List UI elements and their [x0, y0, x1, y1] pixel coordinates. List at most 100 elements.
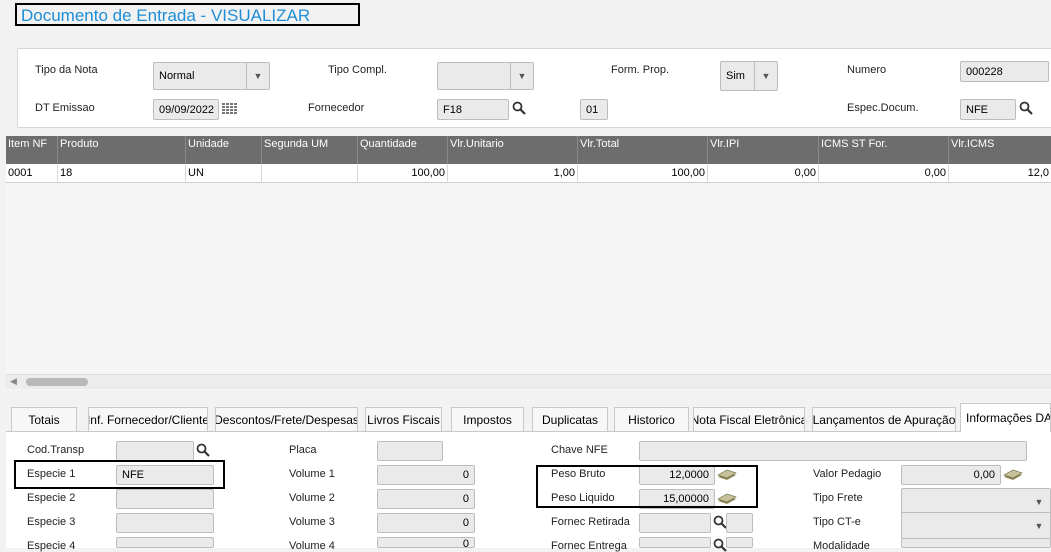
- dt-emissao-label: DT Emissao: [35, 102, 95, 114]
- chevron-down-icon[interactable]: ▼: [754, 62, 777, 90]
- table-cell: 0,00: [819, 164, 949, 182]
- tipo-compl-label: Tipo Compl.: [328, 64, 387, 76]
- chevron-down-icon[interactable]: ▼: [510, 63, 533, 89]
- tab-nota-fiscal-eletronica[interactable]: Nota Fiscal Eletrônica: [693, 407, 805, 431]
- header-panel: Tipo da Nota Normal ▼ Tipo Compl. ▼ Form…: [17, 48, 1051, 128]
- numero-label: Numero: [847, 64, 887, 76]
- tipo-nota-select[interactable]: Normal ▼: [153, 62, 270, 90]
- table-cell: 0001: [6, 164, 58, 182]
- tipo-frete-label: Tipo Frete: [813, 492, 863, 504]
- column-header[interactable]: Vlr.Total: [578, 136, 708, 164]
- column-header[interactable]: Vlr.IPI: [708, 136, 819, 164]
- tab-informacoes-danfe[interactable]: Informações DAN: [960, 403, 1051, 432]
- fornec-entrega-field[interactable]: [639, 537, 711, 548]
- fornecedor-field[interactable]: F18: [437, 99, 509, 120]
- tipo-cte-select[interactable]: ▼: [901, 512, 1051, 539]
- table-cell: 18: [58, 164, 186, 182]
- cod-transp-label: Cod.Transp: [27, 444, 85, 456]
- column-header[interactable]: Vlr.ICMS: [949, 136, 1051, 164]
- placa-field[interactable]: [377, 441, 443, 461]
- horizontal-scrollbar[interactable]: ◀: [6, 374, 1051, 389]
- tipo-frete-select[interactable]: ▼: [901, 488, 1051, 515]
- placa-label: Placa: [289, 444, 317, 456]
- fornec-entrega-loja-field[interactable]: [726, 537, 753, 548]
- fornec-entrega-label: Fornec Entrega: [551, 540, 627, 552]
- table-cell: 0,00: [708, 164, 819, 182]
- volume3-label: Volume 3: [289, 516, 335, 528]
- grid-header: Item NF Produto Unidade Segunda UM Quant…: [6, 136, 1051, 164]
- tab-duplicatas[interactable]: Duplicatas: [532, 407, 608, 431]
- espec-documento-field[interactable]: NFE: [960, 99, 1016, 120]
- tab-bar: Totais Inf. Fornecedor/Cliente Descontos…: [6, 403, 1051, 432]
- tab-historico[interactable]: Historico: [614, 407, 689, 431]
- table-cell: 100,00: [358, 164, 448, 182]
- especie1-highlight-box: [14, 460, 225, 489]
- tipo-nota-value: Normal: [159, 70, 195, 82]
- search-icon[interactable]: [1019, 101, 1033, 115]
- loja-field[interactable]: 01: [580, 99, 608, 120]
- search-icon[interactable]: [713, 538, 727, 552]
- calculator-icon[interactable]: [1003, 469, 1023, 481]
- tab-descontos[interactable]: Descontos/Frete/Despesas: [215, 407, 358, 431]
- column-header[interactable]: Segunda UM: [262, 136, 358, 164]
- valor-pedagio-field[interactable]: 0,00: [901, 465, 1001, 485]
- table-cell: 1,00: [448, 164, 578, 182]
- form-prop-select[interactable]: Sim ▼: [720, 61, 778, 91]
- volume4-label: Volume 4: [289, 540, 335, 552]
- tipo-cte-label: Tipo CT-e: [813, 516, 861, 528]
- chave-nfe-label: Chave NFE: [551, 444, 608, 456]
- especie4-field[interactable]: [116, 537, 214, 548]
- scrollbar-thumb[interactable]: [26, 378, 88, 386]
- calendar-icon[interactable]: [222, 103, 238, 115]
- tipo-compl-select[interactable]: ▼: [437, 62, 534, 90]
- search-icon[interactable]: [512, 101, 526, 115]
- table-cell: 100,00: [578, 164, 708, 182]
- scroll-left-icon[interactable]: ◀: [10, 376, 17, 387]
- tab-lancamentos-apuracao[interactable]: Lançamentos de Apuração: [812, 407, 956, 431]
- items-grid: Item NF Produto Unidade Segunda UM Quant…: [6, 136, 1051, 390]
- fornec-retirada-loja-field[interactable]: [726, 513, 753, 533]
- valor-pedagio-label: Valor Pedagio: [813, 468, 882, 480]
- especie2-field[interactable]: [116, 489, 214, 509]
- form-prop-label: Form. Prop.: [611, 64, 670, 76]
- column-header[interactable]: Item NF: [6, 136, 58, 164]
- column-header[interactable]: Vlr.Unitario: [448, 136, 578, 164]
- fornec-retirada-label: Fornec Retirada: [551, 516, 630, 528]
- column-header[interactable]: Unidade: [186, 136, 262, 164]
- fornecedor-label: Fornecedor: [308, 102, 365, 114]
- volume1-field[interactable]: 0: [377, 465, 475, 485]
- tab-livros-fiscais[interactable]: Livros Fiscais: [365, 407, 442, 431]
- especie2-label: Especie 2: [27, 492, 76, 504]
- column-header[interactable]: Produto: [58, 136, 186, 164]
- modalidade-label: Modalidade: [813, 540, 870, 552]
- chave-nfe-field[interactable]: [639, 441, 1027, 461]
- fornec-retirada-field[interactable]: [639, 513, 711, 533]
- volume1-label: Volume 1: [289, 468, 335, 480]
- especie3-field[interactable]: [116, 513, 214, 533]
- chevron-down-icon[interactable]: ▼: [1028, 513, 1050, 538]
- search-icon[interactable]: [713, 515, 727, 529]
- page-title: Documento de Entrada - VISUALIZAR: [21, 6, 311, 25]
- tipo-nota-label: Tipo da Nota: [35, 64, 98, 76]
- espec-documento-label: Espec.Docum.: [847, 102, 919, 114]
- volume2-label: Volume 2: [289, 492, 335, 504]
- especie3-label: Especie 3: [27, 516, 76, 528]
- volume2-field[interactable]: 0: [377, 489, 475, 509]
- table-row[interactable]: 0001 18 UN 100,00 1,00 100,00 0,00 0,00 …: [6, 164, 1051, 183]
- chevron-down-icon[interactable]: ▼: [246, 63, 269, 89]
- chevron-down-icon[interactable]: ▼: [1028, 489, 1050, 514]
- column-header[interactable]: Quantidade: [358, 136, 448, 164]
- volume3-field[interactable]: 0: [377, 513, 475, 533]
- tab-inf-fornecedor[interactable]: Inf. Fornecedor/Cliente: [88, 407, 208, 431]
- dt-emissao-field[interactable]: 09/09/2022: [153, 99, 219, 120]
- form-prop-value: Sim: [726, 70, 745, 82]
- cod-transp-field[interactable]: [116, 441, 194, 461]
- volume4-field[interactable]: 0: [377, 537, 475, 550]
- table-cell: [262, 164, 358, 182]
- peso-highlight-box: [536, 465, 758, 508]
- search-icon[interactable]: [196, 443, 210, 457]
- numero-field[interactable]: 000228: [960, 61, 1049, 82]
- column-header[interactable]: ICMS ST For.: [819, 136, 949, 164]
- tab-totais[interactable]: Totais: [11, 407, 77, 431]
- tab-impostos[interactable]: Impostos: [451, 407, 524, 431]
